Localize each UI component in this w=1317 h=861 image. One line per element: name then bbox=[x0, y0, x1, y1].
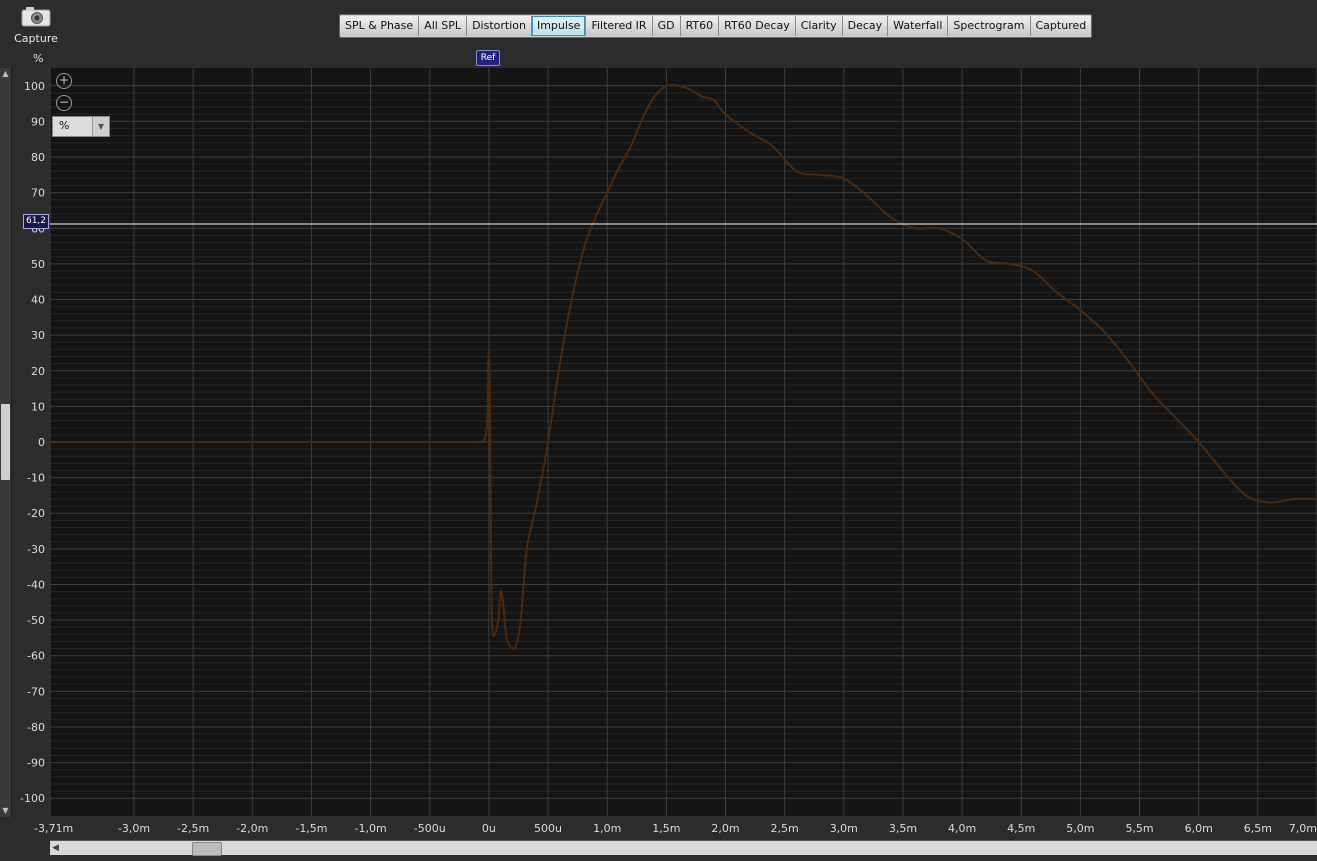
y-tick-label: -10 bbox=[27, 472, 45, 485]
unit-select[interactable]: % ▼ bbox=[52, 116, 110, 137]
cursor-value-label: 61,2 bbox=[23, 214, 49, 229]
y-tick-label: -60 bbox=[27, 650, 45, 663]
y-tick-label: 70 bbox=[31, 187, 45, 200]
x-tick-label: -2,5m bbox=[177, 822, 209, 835]
zoom-in-icon[interactable]: + bbox=[56, 73, 72, 89]
x-tick-label: 4,0m bbox=[948, 822, 976, 835]
x-tick-label: -500u bbox=[414, 822, 446, 835]
y-tick-label: 10 bbox=[31, 400, 45, 413]
x-tick-label: -1,5m bbox=[295, 822, 327, 835]
y-tick-label: -100 bbox=[20, 792, 45, 805]
y-tick-label: 90 bbox=[31, 115, 45, 128]
x-tick-label: 3,5m bbox=[889, 822, 917, 835]
y-tick-label: 100 bbox=[24, 80, 45, 93]
x-tick-label: -3,0m bbox=[118, 822, 150, 835]
horizontal-scroll-thumb[interactable] bbox=[192, 842, 222, 856]
y-tick-label: 0 bbox=[38, 436, 45, 449]
x-tick-label: 1,5m bbox=[652, 822, 680, 835]
x-tick-label: 3,0m bbox=[830, 822, 858, 835]
y-tick-label: -30 bbox=[27, 543, 45, 556]
zoom-out-icon[interactable]: − bbox=[56, 95, 72, 111]
x-tick-label: 4,5m bbox=[1007, 822, 1035, 835]
x-tick-label: 2,5m bbox=[771, 822, 799, 835]
horizontal-scrollbar[interactable]: ◀ bbox=[50, 840, 1317, 856]
y-tick-label: 50 bbox=[31, 258, 45, 271]
x-tick-label: 0u bbox=[482, 822, 496, 835]
y-tick-label: -40 bbox=[27, 578, 45, 591]
chevron-down-icon[interactable]: ▼ bbox=[92, 117, 109, 136]
y-tick-label: -50 bbox=[27, 614, 45, 627]
impulse-chart: 1009080706050403020100-10-20-30-40-50-60… bbox=[20, 68, 1317, 835]
x-tick-label: 5,0m bbox=[1066, 822, 1094, 835]
y-tick-label: 20 bbox=[31, 365, 45, 378]
y-tick-label: 80 bbox=[31, 151, 45, 164]
unit-select-value: % bbox=[59, 119, 70, 132]
y-tick-label: -80 bbox=[27, 721, 45, 734]
x-tick-label: 6,5m bbox=[1244, 822, 1272, 835]
y-tick-label: 30 bbox=[31, 329, 45, 342]
x-tick-label: 500u bbox=[534, 822, 562, 835]
scroll-left-icon[interactable]: ◀ bbox=[52, 841, 59, 855]
x-tick-label: -1,0m bbox=[355, 822, 387, 835]
y-tick-label: 40 bbox=[31, 294, 45, 307]
x-tick-label: 2,0m bbox=[711, 822, 739, 835]
x-tick-label: 7,0m bbox=[1289, 822, 1317, 835]
y-tick-label: -20 bbox=[27, 507, 45, 520]
x-tick-label: -2,0m bbox=[236, 822, 268, 835]
x-tick-label: -3,71m bbox=[34, 822, 73, 835]
x-tick-label: 1,0m bbox=[593, 822, 621, 835]
x-tick-label: 6,0m bbox=[1185, 822, 1213, 835]
x-tick-label: 5,5m bbox=[1125, 822, 1153, 835]
y-tick-label: -70 bbox=[27, 685, 45, 698]
y-tick-label: -90 bbox=[27, 757, 45, 770]
